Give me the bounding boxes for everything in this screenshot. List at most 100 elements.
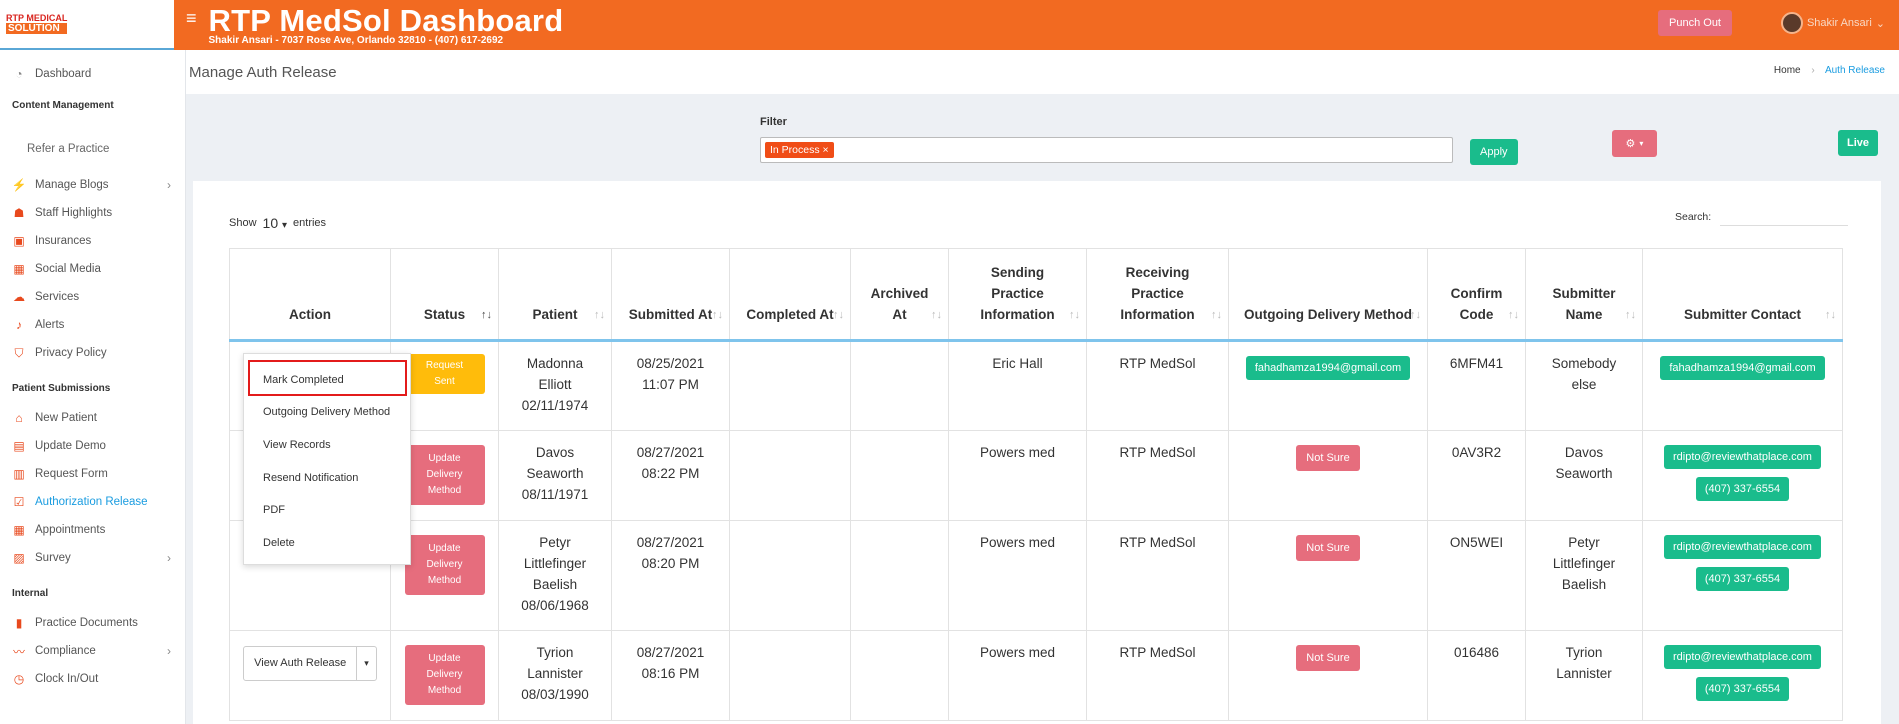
submitter-name-cell: Somebody else — [1525, 340, 1643, 431]
column-header-sending-practice-information[interactable]: Sending Practice Information ↑↓ — [948, 248, 1087, 342]
sidebar-item-services[interactable]: ☁ Services — [0, 283, 185, 311]
entries-select[interactable]: 10 ▾ — [263, 215, 288, 231]
apply-button[interactable]: Apply — [1470, 139, 1518, 165]
delivery-method-button[interactable]: Not Sure — [1296, 445, 1360, 471]
sidebar-item-appointments[interactable]: ▦ Appointments — [0, 516, 185, 544]
column-header-action[interactable]: Action — [229, 248, 391, 342]
sidebar-item-new-patient[interactable]: ⌂ New Patient — [0, 404, 185, 432]
sort-icon: ↑↓ — [1211, 309, 1222, 321]
chevron-down-icon[interactable]: ▾ — [356, 647, 376, 680]
delivery-method-button[interactable]: Not Sure — [1296, 645, 1360, 671]
sidebar-item-staff-highlights[interactable]: ☗ Staff Highlights — [0, 199, 185, 227]
menu-item-pdf[interactable]: PDF — [263, 504, 285, 516]
patient-info: Davos Seaworth 08/11/1971 — [521, 445, 589, 502]
view-auth-release-button[interactable]: View Auth Release ▾ — [243, 646, 377, 681]
sidebar-item-practice-documents[interactable]: ▮ Practice Documents — [0, 609, 185, 637]
services-icon: ☁ — [13, 290, 25, 304]
sidebar-item-insurances[interactable]: ▣ Insurances — [0, 227, 185, 255]
delivery-method-button[interactable]: fahadhamza1994@gmail.com — [1245, 356, 1411, 380]
section-content-management: Content Management — [12, 100, 114, 111]
submitter-name: Tyrion Lannister — [1556, 645, 1612, 681]
avatar — [1780, 12, 1803, 34]
receiving-practice: RTP MedSol — [1119, 535, 1196, 550]
submitter-contact-cell: rdipto@reviewthatplace.com (407) 337-6554 — [1642, 430, 1843, 521]
column-header-label: Submitter Name — [1552, 286, 1616, 322]
user-name: Shakir Ansari — [1806, 17, 1872, 29]
punch-out-button[interactable]: Punch Out — [1658, 10, 1732, 36]
delivery-method-button[interactable]: Not Sure — [1296, 535, 1360, 561]
sidebar: RTP MEDICAL SOLUTION ◔ Dashboard Content… — [0, 0, 186, 724]
menu-icon[interactable]: ≡ — [186, 8, 197, 29]
sidebar-item-label: Update Demo — [35, 440, 106, 452]
column-header-outgoing-delivery-method[interactable]: Outgoing Delivery Method ↑↓ — [1228, 248, 1428, 342]
filter-chip-in-process[interactable]: In Process × — [765, 142, 834, 158]
logo-line1: RTP MEDICAL — [6, 13, 68, 23]
sidebar-item-label: Dashboard — [35, 68, 92, 80]
status-button[interactable]: Update Delivery Method — [404, 645, 485, 705]
column-header-completed-at[interactable]: Completed At ↑↓ — [729, 248, 851, 342]
column-header-label: Archived At — [870, 286, 929, 322]
column-header-submitter-name[interactable]: Submitter Name ↑↓ — [1525, 248, 1643, 342]
column-header-label: Completed At — [746, 307, 834, 322]
filter-input[interactable]: In Process × — [760, 137, 1453, 163]
receiving-practice: RTP MedSol — [1119, 445, 1196, 460]
calendar-icon: ▦ — [13, 523, 25, 537]
sidebar-item-label: Social Media — [35, 263, 101, 275]
sidebar-item-label: Privacy Policy — [35, 347, 107, 359]
menu-item-view-records[interactable]: View Records — [263, 439, 331, 451]
menu-item-outgoing-delivery-method[interactable]: Outgoing Delivery Method — [263, 406, 390, 418]
phone-button[interactable]: (407) 337-6554 — [1695, 677, 1790, 701]
sidebar-item-privacy-policy[interactable]: ⛉ Privacy Policy — [0, 339, 185, 367]
column-header-confirm-code[interactable]: Confirm Code ↑↓ — [1427, 248, 1526, 342]
confirm-code-cell: ON5WEI — [1427, 520, 1526, 631]
column-header-patient[interactable]: Patient ↑↓ — [498, 248, 612, 342]
sidebar-item-refer-practice[interactable]: Refer a Practice — [0, 135, 185, 163]
patient-cell: Petyr Littlefinger Baelish 08/06/1968 — [498, 520, 612, 631]
email-button[interactable]: rdipto@reviewthatplace.com — [1664, 535, 1821, 559]
menu-item-mark-completed[interactable]: Mark Completed — [263, 374, 344, 386]
sidebar-item-compliance[interactable]: 〰 Compliance › — [0, 637, 185, 665]
sidebar-item-clock-in-out[interactable]: ◷ Clock In/Out — [0, 665, 185, 693]
sidebar-item-manage-blogs[interactable]: ⚡ Manage Blogs › — [0, 171, 185, 199]
sidebar-item-update-demo[interactable]: ▤ Update Demo — [0, 432, 185, 460]
entries-control: Show 10 ▾ entries — [229, 215, 326, 231]
sidebar-item-survey[interactable]: ▨ Survey › — [0, 544, 185, 572]
table-row: Request Sent Madonna Elliott 02/11/1974 08… — [229, 340, 1843, 431]
chevron-right-icon: › — [1811, 65, 1815, 76]
sending-practice-cell: Powers med — [948, 520, 1087, 631]
status-button[interactable]: Update Delivery Method — [404, 535, 485, 595]
breadcrumb-home[interactable]: Home — [1774, 65, 1801, 76]
sidebar-item-authorization-release[interactable]: ☑ Authorization Release — [0, 488, 185, 516]
confirm-code-cell: 6MFM41 — [1427, 340, 1526, 431]
settings-dropdown-button[interactable]: ⚙ ▾ — [1612, 130, 1657, 157]
email-button[interactable]: rdipto@reviewthatplace.com — [1664, 445, 1821, 469]
status-button[interactable]: Request Sent — [404, 354, 485, 394]
email-button[interactable]: rdipto@reviewthatplace.com — [1664, 645, 1821, 669]
menu-item-delete[interactable]: Delete — [263, 537, 295, 549]
sidebar-item-label: Compliance — [35, 645, 96, 657]
sending-practice: Eric Hall — [992, 356, 1043, 371]
action-dropdown-menu: Mark Completed Outgoing Delivery Method … — [243, 353, 411, 565]
column-header-submitted-at[interactable]: Submitted At ↑↓ — [611, 248, 730, 342]
sidebar-item-label: Appointments — [35, 524, 106, 536]
sidebar-item-social-media[interactable]: ▦ Social Media — [0, 255, 185, 283]
sidebar-item-request-form[interactable]: ▥ Request Form — [0, 460, 185, 488]
column-header-submitter-contact[interactable]: Submitter Contact ↑↓ — [1642, 248, 1843, 342]
menu-item-resend-notification[interactable]: Resend Notification — [263, 472, 358, 484]
status-button[interactable]: Update Delivery Method — [404, 445, 485, 505]
column-header-receiving-practice-information[interactable]: Receiving Practice Information ↑↓ — [1086, 248, 1229, 342]
search-input[interactable] — [1720, 206, 1848, 226]
completed-at-cell — [729, 340, 851, 431]
phone-button[interactable]: (407) 337-6554 — [1695, 567, 1790, 591]
insurance-icon: ▣ — [13, 234, 25, 248]
column-header-status[interactable]: Status ↑↓ — [390, 248, 499, 342]
receiving-practice-cell: RTP MedSol — [1086, 630, 1229, 721]
phone-button[interactable]: (407) 337-6554 — [1695, 477, 1790, 501]
live-button[interactable]: Live — [1838, 130, 1879, 156]
email-button[interactable]: fahadhamza1994@gmail.com — [1660, 356, 1825, 380]
logo[interactable]: RTP MEDICAL SOLUTION — [0, 0, 185, 50]
sidebar-item-alerts[interactable]: ♪ Alerts — [0, 311, 185, 339]
sidebar-item-dashboard[interactable]: ◔ Dashboard — [0, 60, 185, 88]
column-header-archived-at[interactable]: Archived At ↑↓ — [850, 248, 949, 342]
user-menu[interactable]: Shakir Ansari ⌄ — [1780, 12, 1885, 34]
